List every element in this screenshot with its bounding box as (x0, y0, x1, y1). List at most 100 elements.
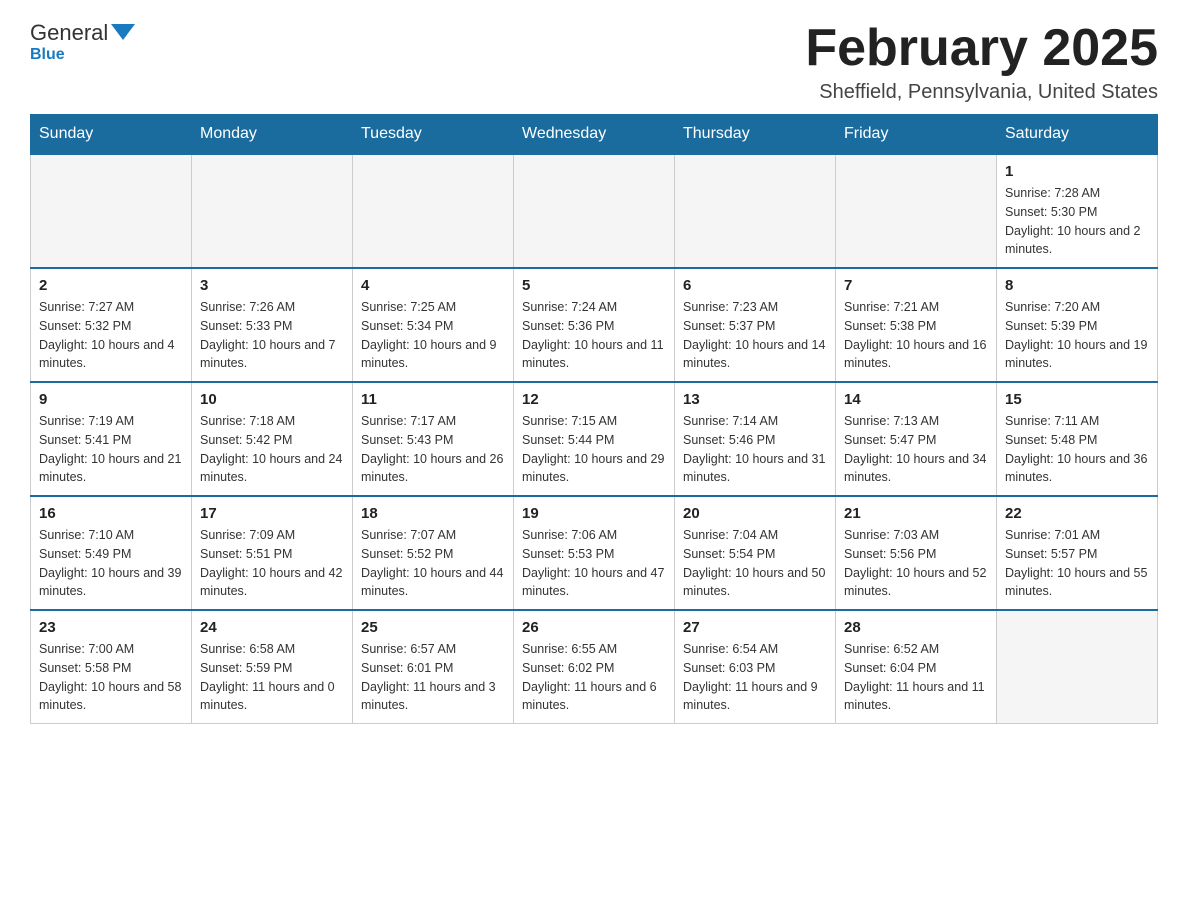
day-number: 10 (200, 391, 344, 408)
day-number: 17 (200, 505, 344, 522)
calendar-cell (675, 154, 836, 268)
calendar-cell: 15 Sunrise: 7:11 AMSunset: 5:48 PMDayligh… (997, 382, 1158, 496)
day-number: 1 (1005, 163, 1149, 180)
day-number: 4 (361, 277, 505, 294)
title-block: February 2025 Sheffield, Pennsylvania, U… (805, 20, 1158, 104)
day-info: Sunrise: 6:52 AMSunset: 6:04 PMDaylight:… (844, 640, 988, 715)
calendar-cell: 2 Sunrise: 7:27 AMSunset: 5:32 PMDaylight… (31, 268, 192, 382)
calendar-header-row: SundayMondayTuesdayWednesdayThursdayFrid… (31, 115, 1158, 155)
day-number: 7 (844, 277, 988, 294)
calendar-cell: 27Sunrise: 6:54 AMSunset: 6:03 PMDayligh… (675, 610, 836, 724)
column-header-tuesday: Tuesday (353, 115, 514, 155)
day-number: 13 (683, 391, 827, 408)
day-info: Sunrise: 7:13 AMSunset: 5:47 PMDaylight:… (844, 412, 988, 487)
column-header-thursday: Thursday (675, 115, 836, 155)
column-header-friday: Friday (836, 115, 997, 155)
column-header-monday: Monday (192, 115, 353, 155)
day-info: Sunrise: 7:24 AMSunset: 5:36 PMDaylight:… (522, 298, 666, 373)
day-number: 21 (844, 505, 988, 522)
day-number: 11 (361, 391, 505, 408)
day-number: 12 (522, 391, 666, 408)
calendar-cell: 14Sunrise: 7:13 AMSunset: 5:47 PMDayligh… (836, 382, 997, 496)
day-info: Sunrise: 7:28 AMSunset: 5:30 PMDaylight:… (1005, 184, 1149, 259)
day-number: 8 (1005, 277, 1149, 294)
calendar-cell (353, 154, 514, 268)
calendar-week-row: 2 Sunrise: 7:27 AMSunset: 5:32 PMDaylight… (31, 268, 1158, 382)
day-info: Sunrise: 7:14 AMSunset: 5:46 PMDaylight:… (683, 412, 827, 487)
day-info: Sunrise: 7:06 AMSunset: 5:53 PMDaylight:… (522, 526, 666, 601)
calendar-cell: 17 Sunrise: 7:09 AMSunset: 5:51 PMDayligh… (192, 496, 353, 610)
calendar-cell (192, 154, 353, 268)
calendar-table: SundayMondayTuesdayWednesdayThursdayFrid… (30, 114, 1158, 724)
calendar-week-row: 23Sunrise: 7:00 AMSunset: 5:58 PMDayligh… (31, 610, 1158, 724)
calendar-cell: 10Sunrise: 7:18 AMSunset: 5:42 PMDayligh… (192, 382, 353, 496)
calendar-cell: 26 Sunrise: 6:55 AMSunset: 6:02 PMDayligh… (514, 610, 675, 724)
calendar-cell: 20Sunrise: 7:04 AMSunset: 5:54 PMDayligh… (675, 496, 836, 610)
calendar-cell: 19Sunrise: 7:06 AMSunset: 5:53 PMDayligh… (514, 496, 675, 610)
calendar-week-row: 9Sunrise: 7:19 AMSunset: 5:41 PMDaylight… (31, 382, 1158, 496)
calendar-cell: 28 Sunrise: 6:52 AMSunset: 6:04 PMDayligh… (836, 610, 997, 724)
day-info: Sunrise: 7:23 AMSunset: 5:37 PMDaylight:… (683, 298, 827, 373)
calendar-cell: 7 Sunrise: 7:21 AMSunset: 5:38 PMDaylight… (836, 268, 997, 382)
calendar-cell: 16 Sunrise: 7:10 AMSunset: 5:49 PMDayligh… (31, 496, 192, 610)
calendar-cell: 25 Sunrise: 6:57 AMSunset: 6:01 PMDayligh… (353, 610, 514, 724)
day-info: Sunrise: 7:01 AMSunset: 5:57 PMDaylight:… (1005, 526, 1149, 601)
day-info: Sunrise: 7:20 AMSunset: 5:39 PMDaylight:… (1005, 298, 1149, 373)
day-info: Sunrise: 7:07 AMSunset: 5:52 PMDaylight:… (361, 526, 505, 601)
calendar-cell: 5 Sunrise: 7:24 AMSunset: 5:36 PMDaylight… (514, 268, 675, 382)
day-number: 2 (39, 277, 183, 294)
day-info: Sunrise: 7:11 AMSunset: 5:48 PMDaylight:… (1005, 412, 1149, 487)
calendar-cell: 3 Sunrise: 7:26 AMSunset: 5:33 PMDaylight… (192, 268, 353, 382)
day-info: Sunrise: 7:15 AMSunset: 5:44 PMDaylight:… (522, 412, 666, 487)
column-header-saturday: Saturday (997, 115, 1158, 155)
day-number: 18 (361, 505, 505, 522)
logo: General Blue (30, 20, 135, 64)
day-number: 6 (683, 277, 827, 294)
day-info: Sunrise: 7:10 AMSunset: 5:49 PMDaylight:… (39, 526, 183, 601)
calendar-cell: 9Sunrise: 7:19 AMSunset: 5:41 PMDaylight… (31, 382, 192, 496)
day-info: Sunrise: 7:19 AMSunset: 5:41 PMDaylight:… (39, 412, 183, 487)
logo-general-text: General (30, 20, 108, 46)
day-number: 24 (200, 619, 344, 636)
day-number: 25 (361, 619, 505, 636)
logo-blue-text: Blue (30, 46, 65, 63)
calendar-cell: 22 Sunrise: 7:01 AMSunset: 5:57 PMDayligh… (997, 496, 1158, 610)
day-info: Sunrise: 7:21 AMSunset: 5:38 PMDaylight:… (844, 298, 988, 373)
calendar-week-row: 1 Sunrise: 7:28 AMSunset: 5:30 PMDaylight… (31, 154, 1158, 268)
calendar-cell: 21 Sunrise: 7:03 AMSunset: 5:56 PMDayligh… (836, 496, 997, 610)
calendar-cell: 8 Sunrise: 7:20 AMSunset: 5:39 PMDaylight… (997, 268, 1158, 382)
day-info: Sunrise: 7:09 AMSunset: 5:51 PMDaylight:… (200, 526, 344, 601)
day-info: Sunrise: 7:26 AMSunset: 5:33 PMDaylight:… (200, 298, 344, 373)
calendar-cell (514, 154, 675, 268)
day-info: Sunrise: 7:25 AMSunset: 5:34 PMDaylight:… (361, 298, 505, 373)
day-number: 16 (39, 505, 183, 522)
location-text: Sheffield, Pennsylvania, United States (805, 81, 1158, 104)
day-number: 22 (1005, 505, 1149, 522)
calendar-cell: 23Sunrise: 7:00 AMSunset: 5:58 PMDayligh… (31, 610, 192, 724)
calendar-cell: 11Sunrise: 7:17 AMSunset: 5:43 PMDayligh… (353, 382, 514, 496)
day-number: 3 (200, 277, 344, 294)
logo-triangle-icon (111, 24, 135, 40)
calendar-cell: 24 Sunrise: 6:58 AMSunset: 5:59 PMDayligh… (192, 610, 353, 724)
day-info: Sunrise: 7:03 AMSunset: 5:56 PMDaylight:… (844, 526, 988, 601)
month-title: February 2025 (805, 20, 1158, 77)
column-header-wednesday: Wednesday (514, 115, 675, 155)
day-number: 15 (1005, 391, 1149, 408)
calendar-cell: 4 Sunrise: 7:25 AMSunset: 5:34 PMDaylight… (353, 268, 514, 382)
calendar-cell: 6 Sunrise: 7:23 AMSunset: 5:37 PMDaylight… (675, 268, 836, 382)
day-info: Sunrise: 6:58 AMSunset: 5:59 PMDaylight:… (200, 640, 344, 715)
calendar-cell: 18 Sunrise: 7:07 AMSunset: 5:52 PMDayligh… (353, 496, 514, 610)
page-header: General Blue February 2025 Sheffield, Pe… (30, 20, 1158, 104)
calendar-cell: 1 Sunrise: 7:28 AMSunset: 5:30 PMDaylight… (997, 154, 1158, 268)
day-info: Sunrise: 7:27 AMSunset: 5:32 PMDaylight:… (39, 298, 183, 373)
day-info: Sunrise: 6:55 AMSunset: 6:02 PMDaylight:… (522, 640, 666, 715)
column-header-sunday: Sunday (31, 115, 192, 155)
calendar-cell (31, 154, 192, 268)
day-info: Sunrise: 6:57 AMSunset: 6:01 PMDaylight:… (361, 640, 505, 715)
day-number: 28 (844, 619, 988, 636)
day-info: Sunrise: 6:54 AMSunset: 6:03 PMDaylight:… (683, 640, 827, 715)
day-number: 26 (522, 619, 666, 636)
day-number: 5 (522, 277, 666, 294)
day-info: Sunrise: 7:04 AMSunset: 5:54 PMDaylight:… (683, 526, 827, 601)
calendar-cell: 12 Sunrise: 7:15 AMSunset: 5:44 PMDayligh… (514, 382, 675, 496)
